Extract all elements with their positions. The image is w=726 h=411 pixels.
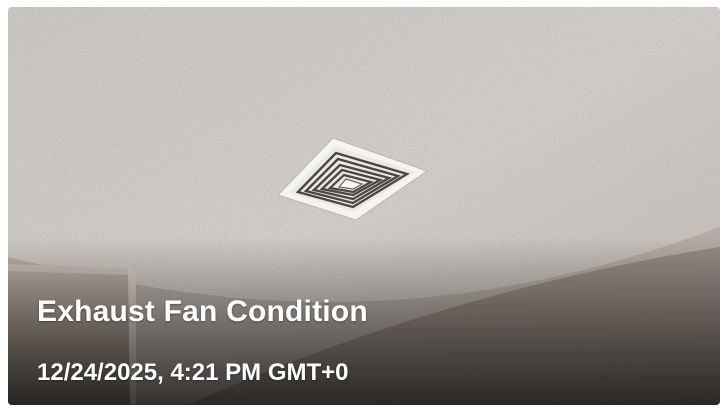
photo-timestamp: 12/24/2025, 4:21 PM GMT+0 bbox=[37, 359, 349, 386]
exhaust-fan-photo bbox=[8, 7, 720, 405]
photo-title: Exhaust Fan Condition bbox=[37, 295, 368, 328]
photo-card[interactable]: Exhaust Fan Condition 12/24/2025, 4:21 P… bbox=[8, 7, 720, 405]
